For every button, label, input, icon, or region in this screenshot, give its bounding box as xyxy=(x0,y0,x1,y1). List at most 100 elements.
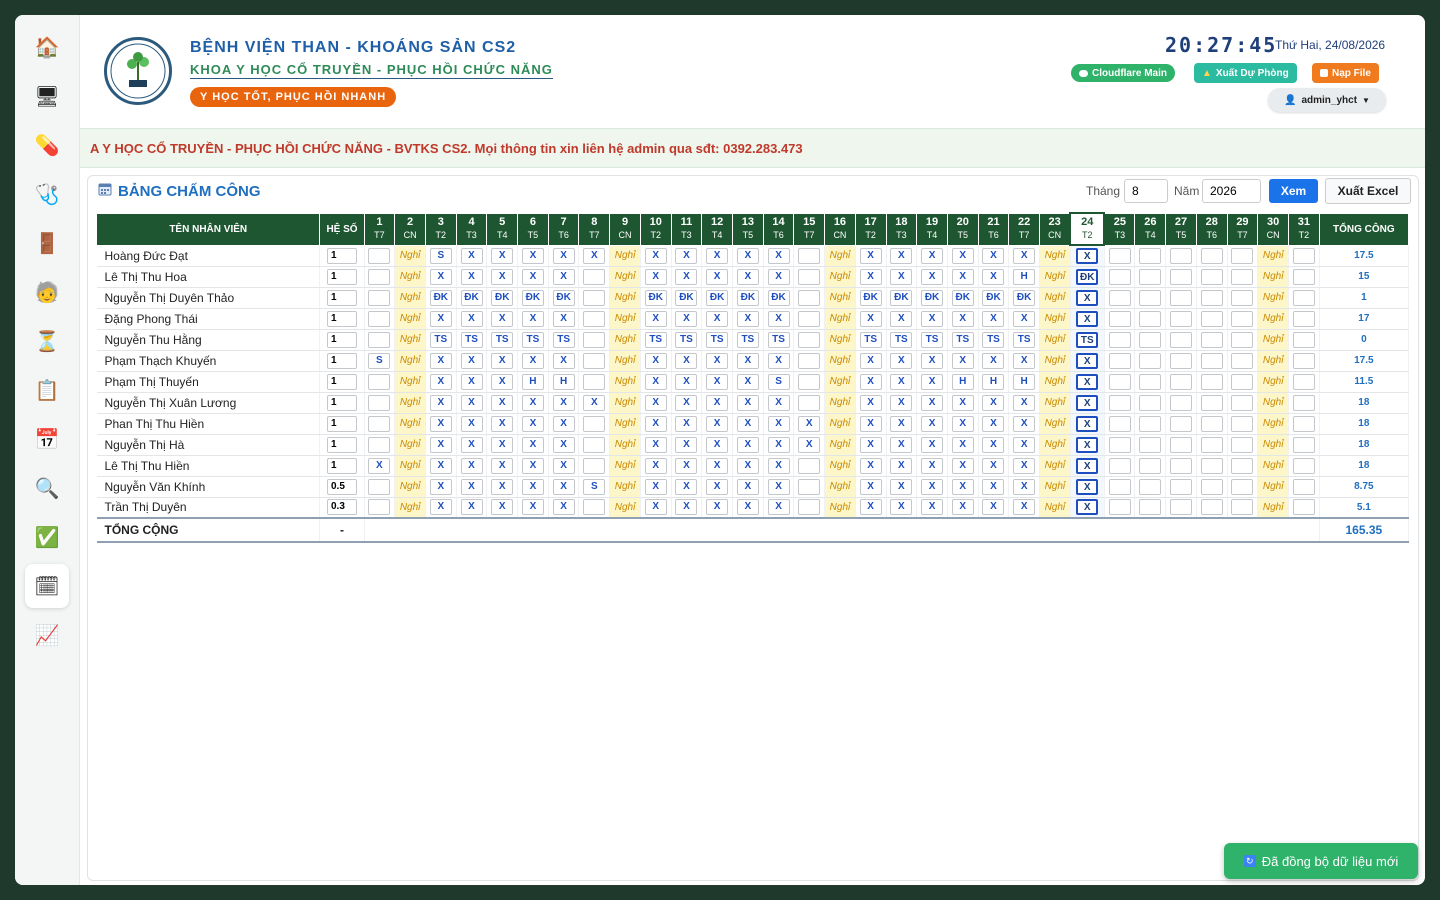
sidebar-item-pill[interactable]: 💊 xyxy=(25,123,69,167)
attendance-cell[interactable]: TS xyxy=(1008,329,1041,351)
attendance-mark[interactable] xyxy=(583,373,606,390)
attendance-mark[interactable] xyxy=(798,499,821,516)
attendance-mark[interactable]: X xyxy=(552,268,575,285)
attendance-cell[interactable]: X xyxy=(855,476,887,498)
attendance-cell[interactable]: X xyxy=(732,308,764,330)
attendance-mark[interactable] xyxy=(368,478,391,495)
attendance-mark[interactable] xyxy=(583,415,606,432)
day-off-cell[interactable]: Nghỉ xyxy=(609,497,641,519)
attendance-mark[interactable] xyxy=(1170,289,1193,306)
day-off-cell[interactable]: Nghỉ xyxy=(824,245,856,267)
attendance-mark[interactable]: TS xyxy=(859,331,882,348)
attendance-cell[interactable] xyxy=(1104,266,1136,288)
attendance-mark[interactable] xyxy=(1231,373,1254,390)
attendance-mark[interactable]: X xyxy=(736,394,759,411)
attendance-mark[interactable] xyxy=(1292,352,1315,369)
attendance-cell[interactable]: X xyxy=(855,350,887,372)
attendance-cell[interactable]: X xyxy=(486,476,519,498)
attendance-cell[interactable] xyxy=(1288,329,1320,351)
attendance-mark[interactable]: ĐK xyxy=(552,289,575,306)
attendance-mark[interactable]: X xyxy=(460,478,483,495)
attendance-mark[interactable] xyxy=(798,289,821,306)
sidebar-item-check[interactable]: ✅ xyxy=(25,515,69,559)
attendance-mark[interactable]: X xyxy=(429,394,452,411)
attendance-cell[interactable] xyxy=(1134,434,1167,456)
attendance-cell[interactable]: X xyxy=(671,476,703,498)
day-off-cell[interactable]: Nghỉ xyxy=(824,455,856,477)
attendance-mark[interactable]: X xyxy=(982,436,1005,453)
day-off-cell[interactable]: Nghỉ xyxy=(394,497,426,519)
attendance-cell[interactable] xyxy=(793,308,826,330)
day-off-cell[interactable]: Nghỉ xyxy=(609,350,641,372)
attendance-cell[interactable] xyxy=(364,434,396,456)
attendance-cell[interactable] xyxy=(1196,392,1228,414)
attendance-cell[interactable]: X xyxy=(916,371,948,393)
attendance-cell[interactable] xyxy=(1104,371,1136,393)
attendance-mark[interactable]: X xyxy=(706,478,729,495)
attendance-mark[interactable]: X xyxy=(429,457,452,474)
attendance-mark[interactable]: X xyxy=(798,415,821,432)
attendance-cell[interactable]: X xyxy=(701,350,733,372)
attendance-cell[interactable] xyxy=(1196,245,1228,267)
attendance-cell[interactable]: X xyxy=(916,350,948,372)
attendance-cell[interactable] xyxy=(1134,308,1167,330)
attendance-mark[interactable]: X xyxy=(951,394,974,411)
attendance-cell[interactable] xyxy=(1227,308,1259,330)
sidebar-item-search[interactable]: 🔍 xyxy=(25,466,69,510)
attendance-mark[interactable]: X xyxy=(491,394,514,411)
attendance-cell[interactable]: X xyxy=(886,455,918,477)
attendance-cell[interactable] xyxy=(1288,308,1320,330)
attendance-mark[interactable]: ĐK xyxy=(491,289,514,306)
attendance-mark[interactable]: X xyxy=(767,436,790,453)
attendance-mark[interactable] xyxy=(1231,499,1254,516)
attendance-cell[interactable]: X xyxy=(855,434,887,456)
attendance-cell[interactable] xyxy=(1104,434,1136,456)
attendance-mark[interactable]: X xyxy=(675,352,698,369)
day-off-cell[interactable]: Nghỉ xyxy=(394,371,426,393)
attendance-cell[interactable]: X xyxy=(486,497,519,519)
attendance-mark[interactable] xyxy=(583,331,606,348)
attendance-cell[interactable]: X xyxy=(425,266,457,288)
attendance-mark[interactable] xyxy=(1139,289,1162,306)
day-off-cell[interactable]: Nghỉ xyxy=(1257,287,1289,309)
attendance-mark[interactable]: X xyxy=(951,499,974,516)
attendance-mark[interactable]: H xyxy=(1013,373,1036,390)
attendance-cell[interactable]: X xyxy=(701,434,733,456)
attendance-mark[interactable] xyxy=(1170,331,1193,348)
attendance-cell[interactable]: X xyxy=(763,350,795,372)
attendance-cell[interactable]: X xyxy=(886,392,918,414)
attendance-mark[interactable]: X xyxy=(1076,415,1099,432)
attendance-cell[interactable] xyxy=(1104,287,1136,309)
attendance-cell[interactable]: X xyxy=(732,371,764,393)
attendance-cell[interactable]: TS xyxy=(855,329,887,351)
attendance-cell[interactable]: X xyxy=(671,350,703,372)
attendance-mark[interactable]: X xyxy=(644,415,667,432)
attendance-cell[interactable]: X xyxy=(1008,308,1041,330)
attendance-cell[interactable]: ĐK xyxy=(456,287,488,309)
attendance-cell[interactable] xyxy=(1196,413,1228,435)
attendance-cell[interactable] xyxy=(1196,455,1228,477)
attendance-mark[interactable]: TS xyxy=(1013,331,1036,348)
attendance-mark[interactable]: X xyxy=(982,394,1005,411)
attendance-mark[interactable]: X xyxy=(767,394,790,411)
attendance-mark[interactable] xyxy=(583,457,606,474)
attendance-cell[interactable]: X xyxy=(486,455,519,477)
attendance-cell[interactable]: X xyxy=(793,413,826,435)
attendance-mark[interactable]: X xyxy=(921,247,944,264)
attendance-cell[interactable]: X xyxy=(548,476,580,498)
attendance-mark[interactable]: X xyxy=(767,310,790,327)
attendance-mark[interactable]: X xyxy=(552,499,575,516)
attendance-cell[interactable]: X xyxy=(732,245,764,267)
day-off-cell[interactable]: Nghỉ xyxy=(1257,413,1289,435)
attendance-cell[interactable] xyxy=(1165,329,1197,351)
attendance-cell[interactable]: X xyxy=(456,392,488,414)
attendance-cell[interactable]: TS xyxy=(548,329,580,351)
attendance-mark[interactable]: ĐK xyxy=(982,289,1005,306)
attendance-mark[interactable]: ĐK xyxy=(675,289,698,306)
attendance-mark[interactable]: TS xyxy=(921,331,944,348)
attendance-mark[interactable] xyxy=(1170,436,1193,453)
attendance-cell[interactable]: X xyxy=(763,413,795,435)
attendance-cell[interactable]: X xyxy=(886,308,918,330)
attendance-mark[interactable] xyxy=(1200,436,1223,453)
attendance-cell[interactable] xyxy=(1227,392,1259,414)
